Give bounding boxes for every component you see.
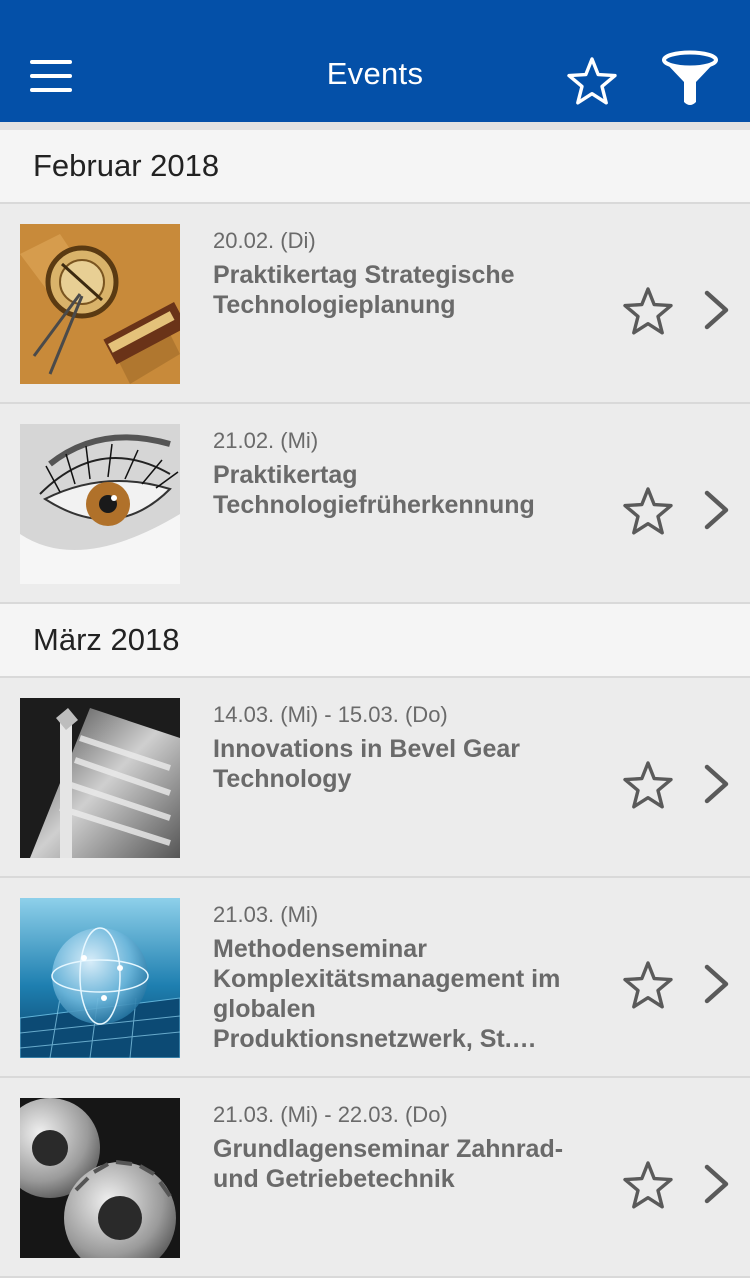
event-date: 20.02. (Di) [213,228,316,253]
event-title: Praktikertag Strategische Technologiepla… [213,261,515,319]
event-date: 21.03. (Mi) [213,902,319,927]
section-header: März 2018 [0,604,750,678]
favorite-star-icon[interactable] [622,286,674,336]
event-title: Grundlagenseminar Zahnrad- und Getriebet… [213,1135,564,1193]
event-row[interactable]: 21.02. (Mi) Praktikertag Technologiefrüh… [0,404,750,604]
favorite-star-icon[interactable] [622,1160,674,1210]
event-row[interactable]: 14.03. (Mi) - 15.03. (Do) Innovations in… [0,678,750,878]
event-list: Februar 2018 20.02. (Di) Praktikertag St… [0,122,750,1278]
gears-image [20,1098,180,1258]
section-label: Februar 2018 [33,148,220,183]
event-title: Methodenseminar Komplexitätsmanagement i… [213,935,561,1053]
eye-image [20,424,180,584]
event-title: Innovations in Bevel Gear Technology [213,735,521,793]
event-row[interactable]: 20.02. (Di) Praktikertag Strategische Te… [0,204,750,404]
event-row[interactable]: 21.03. (Mi) Methodenseminar Komplexitäts… [0,878,750,1078]
section-header: Februar 2018 [0,130,750,204]
event-title: Praktikertag Technologiefrüherkennung [213,461,535,519]
section-label: März 2018 [33,622,180,657]
favorite-star-icon[interactable] [622,960,674,1010]
chevron-right-icon[interactable] [702,763,732,805]
app-header: Events [0,0,750,122]
event-date: 21.02. (Mi) [213,428,319,453]
chevron-right-icon[interactable] [702,1163,732,1205]
chevron-right-icon[interactable] [702,489,732,531]
list-top-divider [0,122,750,130]
glass-globe-image [20,898,180,1058]
favorite-star-icon[interactable] [622,760,674,810]
chevron-right-icon[interactable] [702,289,732,331]
filter-icon[interactable] [660,50,720,108]
event-date: 14.03. (Mi) - 15.03. (Do) [213,702,448,727]
chevron-right-icon[interactable] [702,963,732,1005]
bevel-gear-image [20,698,180,858]
favorites-star-icon[interactable] [566,56,618,106]
favorite-star-icon[interactable] [622,486,674,536]
page-title: Events [326,56,424,91]
compass-map-image [20,224,180,384]
event-row[interactable]: 21.03. (Mi) - 22.03. (Do) Grundlagensemi… [0,1078,750,1278]
event-date: 21.03. (Mi) - 22.03. (Do) [213,1102,448,1127]
